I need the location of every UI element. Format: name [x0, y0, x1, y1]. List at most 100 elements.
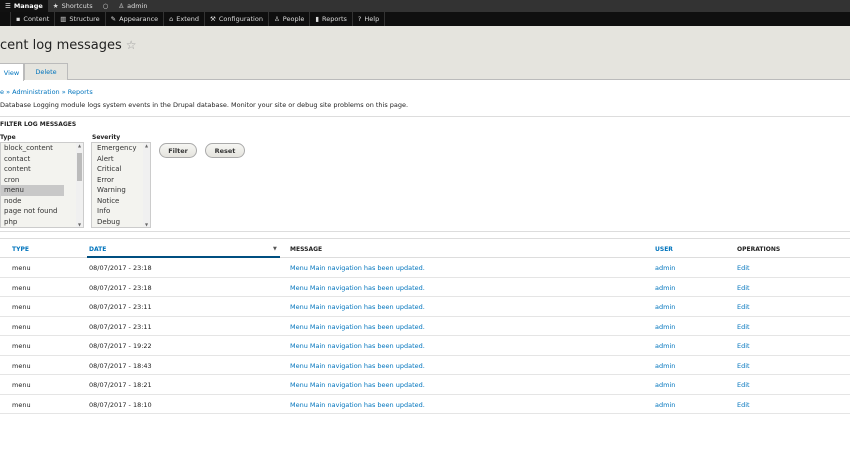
cell-user-link[interactable]: admin	[655, 323, 675, 331]
sort-desc-icon[interactable]: ▼	[273, 246, 277, 252]
help-icon: ?	[357, 15, 362, 23]
severity-select[interactable]: Emergency Alert Critical Error Warning N…	[91, 142, 151, 228]
col-user[interactable]: USER	[655, 246, 673, 253]
table-header: TYPE DATE ▼ MESSAGE USER OPERATIONS	[0, 238, 850, 258]
severity-option[interactable]: Alert	[92, 154, 150, 165]
breadcrumb[interactable]: e » Administration » Reports	[0, 88, 93, 96]
table-row: menu 08/07/2017 - 23:18 Menu Main navigati…	[0, 278, 850, 297]
star-icon[interactable]: ☆	[126, 38, 137, 52]
cell-message-link[interactable]: Menu Main navigation has been updated.	[290, 362, 425, 370]
table-row: menu 08/07/2017 - 18:10 Menu Main navigati…	[0, 395, 850, 414]
cell-message-link[interactable]: Menu Main navigation has been updated.	[290, 342, 425, 350]
cell-user-link[interactable]: admin	[655, 342, 675, 350]
circle-icon: ○	[102, 2, 109, 10]
user-icon: ♙	[118, 2, 125, 10]
cell-edit-link[interactable]: Edit	[737, 401, 750, 409]
file-icon: ▪	[16, 15, 21, 23]
menu-help[interactable]: ? Help	[353, 12, 386, 26]
table-row: menu 08/07/2017 - 19:22 Menu Main navigati…	[0, 336, 850, 356]
cell-date: 08/07/2017 - 19:22	[89, 342, 152, 350]
cell-type: menu	[12, 361, 31, 370]
type-option[interactable]: content	[1, 164, 83, 175]
toggle-button[interactable]: ○	[98, 0, 114, 12]
table-row: menu 08/07/2017 - 23:11 Menu Main navigati…	[0, 297, 850, 317]
cell-user-link[interactable]: admin	[655, 381, 675, 389]
severity-option[interactable]: Critical	[92, 164, 150, 175]
type-option[interactable]: php	[1, 217, 83, 228]
cell-user-link[interactable]: admin	[655, 401, 675, 409]
cell-edit-link[interactable]: Edit	[737, 264, 750, 272]
cell-date: 08/07/2017 - 18:10	[89, 400, 152, 409]
star-icon: ★	[52, 2, 59, 10]
cell-message-link[interactable]: Menu Main navigation has been updated.	[290, 401, 425, 409]
scrollbar-thumb[interactable]	[77, 153, 82, 181]
cell-type: menu	[12, 322, 31, 331]
menu-configuration[interactable]: ⚒ Configuration	[205, 12, 269, 26]
menu-structure[interactable]: ▥ Structure	[55, 12, 106, 26]
filter-button[interactable]: Filter	[159, 143, 197, 158]
tab-view[interactable]: View	[0, 63, 24, 81]
severity-option[interactable]: Debug	[92, 217, 150, 228]
user-button[interactable]: ♙ admin	[113, 0, 152, 12]
scrollbar[interactable]: ▲ ▼	[76, 143, 83, 227]
table-row: menu 08/07/2017 - 23:18 Menu Main navigati…	[0, 258, 850, 278]
chart-icon: ▮	[315, 15, 319, 23]
menu-people[interactable]: ♙ People	[269, 12, 311, 26]
cell-edit-link[interactable]: Edit	[737, 381, 750, 389]
cell-date: 08/07/2017 - 23:11	[89, 303, 152, 311]
divider	[0, 231, 850, 232]
shortcuts-button[interactable]: ★ Shortcuts	[48, 0, 98, 12]
structure-icon: ▥	[60, 15, 67, 23]
col-type[interactable]: TYPE	[12, 246, 29, 253]
cell-user-link[interactable]: admin	[655, 284, 675, 292]
admin-menu: ▪ Content ▥ Structure ✎ Appearance ⌂ Extend …	[0, 12, 850, 26]
type-option[interactable]: page not found	[1, 206, 83, 217]
type-option-selected[interactable]: menu	[1, 185, 64, 196]
cell-user-link[interactable]: admin	[655, 264, 675, 272]
cell-edit-link[interactable]: Edit	[737, 284, 750, 292]
severity-option[interactable]: Info	[92, 206, 150, 217]
cell-type: menu	[12, 400, 31, 409]
cell-edit-link[interactable]: Edit	[737, 362, 750, 370]
cell-user-link[interactable]: admin	[655, 362, 675, 370]
col-operations: OPERATIONS	[737, 246, 781, 253]
type-option[interactable]: node	[1, 196, 83, 207]
menu-content[interactable]: ▪ Content	[11, 12, 56, 26]
cell-message-link[interactable]: Menu Main navigation has been updated.	[290, 264, 425, 272]
col-date[interactable]: DATE	[89, 246, 106, 253]
cell-date: 08/07/2017 - 18:21	[89, 381, 152, 389]
type-option[interactable]: cron	[1, 175, 83, 186]
cell-user-link[interactable]: admin	[655, 303, 675, 311]
severity-option[interactable]: Notice	[92, 196, 150, 207]
cell-message-link[interactable]: Menu Main navigation has been updated.	[290, 381, 425, 389]
severity-option[interactable]: Warning	[92, 185, 150, 196]
cell-edit-link[interactable]: Edit	[737, 323, 750, 331]
menu-reports[interactable]: ▮ Reports	[310, 12, 353, 26]
puzzle-icon: ⌂	[169, 15, 174, 23]
people-icon: ♙	[273, 15, 280, 23]
severity-option[interactable]: Error	[92, 175, 150, 186]
reset-button[interactable]: Reset	[205, 143, 245, 158]
cell-message-link[interactable]: Menu Main navigation has been updated.	[290, 303, 425, 311]
menu-extend[interactable]: ⌂ Extend	[164, 12, 206, 26]
type-option[interactable]: contact	[1, 154, 83, 165]
wrench-icon: ⚒	[210, 15, 216, 23]
type-option[interactable]: block_content	[1, 143, 83, 154]
cell-date: 08/07/2017 - 23:11	[89, 322, 152, 331]
type-select[interactable]: block_content contact content cron menu …	[0, 142, 84, 228]
cell-edit-link[interactable]: Edit	[737, 303, 750, 311]
cell-type: menu	[12, 303, 31, 311]
cell-date: 08/07/2017 - 23:18	[89, 283, 152, 292]
cell-type: menu	[12, 381, 31, 389]
cell-date: 08/07/2017 - 23:18	[89, 264, 152, 272]
manage-button[interactable]: ☰ Manage	[0, 0, 48, 12]
col-message: MESSAGE	[290, 246, 323, 253]
scrollbar[interactable]: ▲ ▼	[143, 143, 150, 227]
tab-delete[interactable]: Delete	[24, 63, 68, 80]
cell-message-link[interactable]: Menu Main navigation has been updated.	[290, 284, 425, 292]
severity-option[interactable]: Emergency	[92, 143, 150, 154]
cell-message-link[interactable]: Menu Main navigation has been updated.	[290, 323, 425, 331]
menu-appearance[interactable]: ✎ Appearance	[106, 12, 165, 26]
page-description: Database Logging module logs system even…	[0, 101, 409, 109]
cell-edit-link[interactable]: Edit	[737, 342, 750, 350]
